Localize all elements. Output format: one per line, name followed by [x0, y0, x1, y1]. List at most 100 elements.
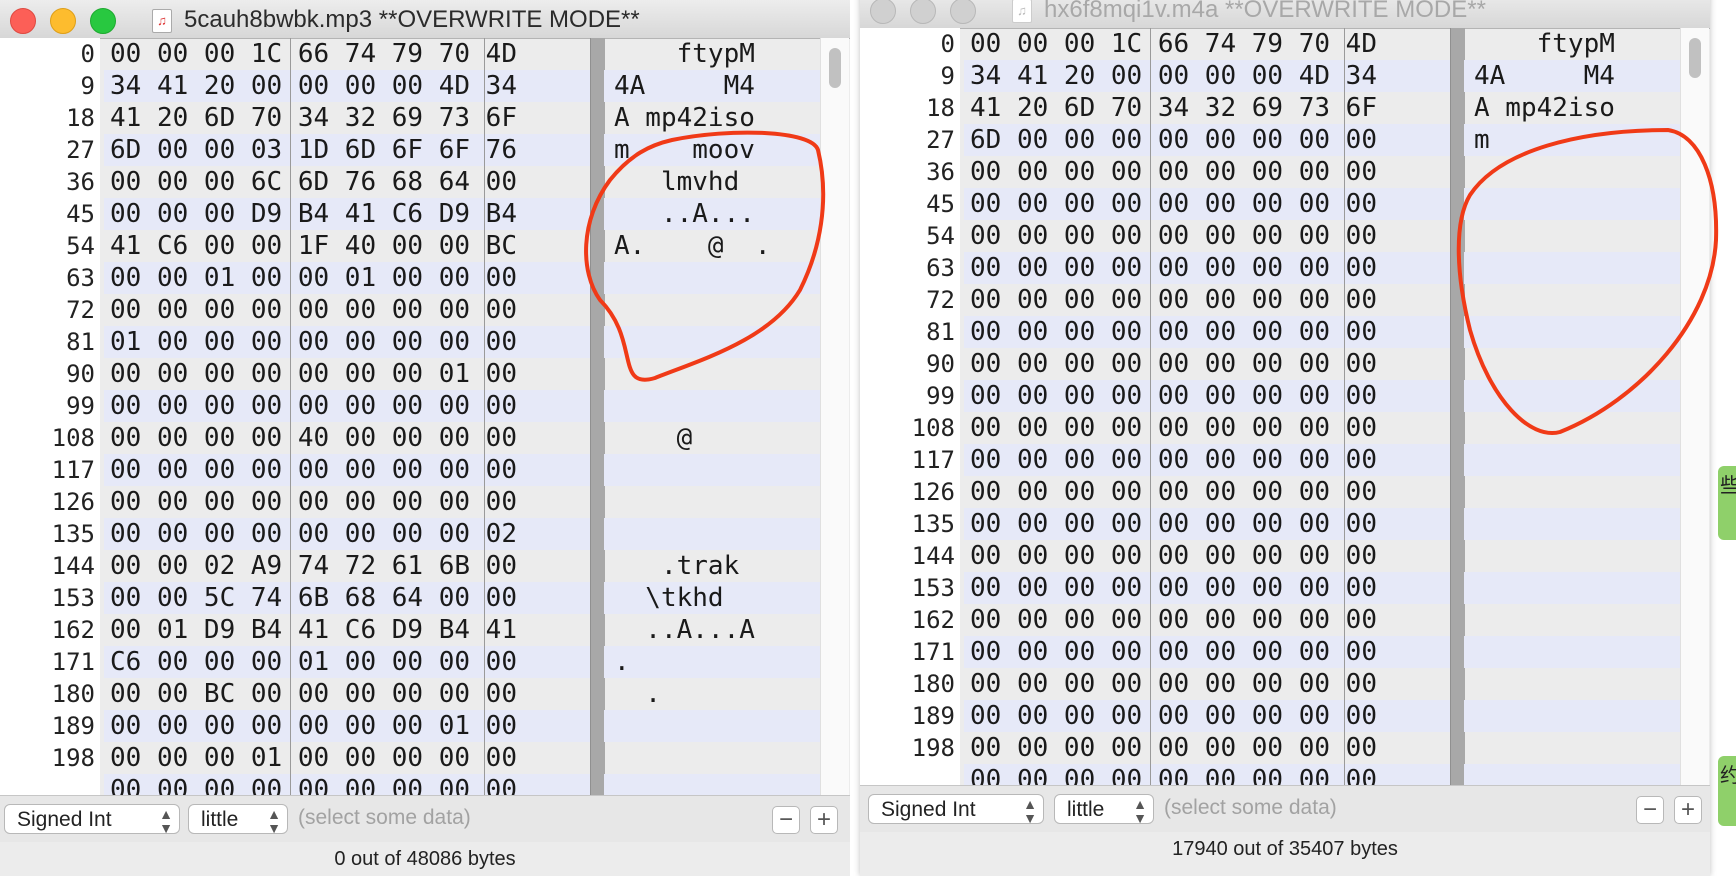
hex-row[interactable]: 00 00 00 1C 66 74 79 70 4D [104, 38, 590, 70]
ascii-row[interactable] [1464, 540, 1680, 572]
zoom-button[interactable] [950, 0, 976, 24]
vertical-scrollbar[interactable] [820, 38, 849, 795]
hex-row[interactable]: 00 00 00 00 00 00 00 00 00 [964, 380, 1450, 412]
endian-select[interactable]: little ▲ ▼ [1054, 794, 1154, 825]
hex-row[interactable]: 00 00 00 00 00 00 00 00 00 [964, 412, 1450, 444]
ascii-row[interactable] [604, 518, 820, 550]
ascii-row[interactable]: A mp42iso [604, 102, 820, 134]
ascii-row[interactable]: ..A... [604, 198, 820, 230]
ascii-row[interactable] [1464, 444, 1680, 476]
hex-row[interactable]: 00 00 01 00 00 01 00 00 00 [104, 262, 590, 294]
ascii-row[interactable] [1464, 476, 1680, 508]
hex-row[interactable]: 00 00 00 00 00 00 00 00 00 [964, 156, 1450, 188]
minus-button[interactable]: − [772, 806, 800, 834]
hex-row[interactable]: 00 00 00 6C 6D 76 68 64 00 [104, 166, 590, 198]
hex-row[interactable]: 41 20 6D 70 34 32 69 73 6F [964, 92, 1450, 124]
side-tab[interactable]: 些， [1718, 466, 1736, 540]
plus-button[interactable]: + [810, 806, 838, 834]
ascii-row[interactable]: lmvhd [604, 166, 820, 198]
hex-row[interactable]: 00 00 00 00 00 00 00 00 00 [964, 604, 1450, 636]
ascii-row[interactable] [1464, 700, 1680, 732]
hex-row[interactable]: 34 41 20 00 00 00 00 4D 34 [104, 70, 590, 102]
hex-row[interactable]: 41 20 6D 70 34 32 69 73 6F [104, 102, 590, 134]
hex-row[interactable]: 01 00 00 00 00 00 00 00 00 [104, 326, 590, 358]
hex-row[interactable]: 00 00 00 00 00 00 00 01 00 [104, 710, 590, 742]
hex-row[interactable]: 00 00 00 00 00 00 00 00 00 [964, 636, 1450, 668]
ascii-row[interactable]: ..A...A [604, 614, 820, 646]
vertical-scrollbar[interactable] [1680, 28, 1709, 785]
scroll-thumb[interactable] [829, 48, 841, 88]
hex-row[interactable]: 00 00 00 00 00 00 00 00 00 [964, 700, 1450, 732]
hex-row[interactable]: 00 00 00 00 00 00 00 00 00 [964, 188, 1450, 220]
hex-row[interactable]: 00 00 00 00 00 00 00 00 00 [964, 252, 1450, 284]
inspector-value-field[interactable]: (select some data) [298, 806, 471, 830]
pane-divider[interactable] [590, 38, 605, 795]
hex-row[interactable]: 00 00 00 00 00 00 00 00 00 [964, 668, 1450, 700]
ascii-row[interactable] [604, 326, 820, 358]
ascii-row[interactable] [1464, 348, 1680, 380]
ascii-row[interactable] [604, 390, 820, 422]
hex-row[interactable]: 00 00 00 00 00 00 00 00 00 [964, 284, 1450, 316]
pane-divider[interactable] [1450, 28, 1465, 785]
title-bar[interactable]: ♫ hx6f8mqi1v.m4a **OVERWRITE MODE** [860, 0, 1710, 29]
ascii-row[interactable]: ftypM [1464, 28, 1680, 60]
hex-row[interactable]: 00 01 D9 B4 41 C6 D9 B4 41 [104, 614, 590, 646]
ascii-row[interactable] [604, 294, 820, 326]
scroll-thumb[interactable] [1689, 38, 1701, 78]
hex-row[interactable]: 00 00 00 00 00 00 00 00 02 [104, 518, 590, 550]
hex-row[interactable]: 00 00 00 00 00 00 00 00 00 [964, 508, 1450, 540]
ascii-row[interactable] [604, 486, 820, 518]
ascii-row[interactable]: ftypM [604, 38, 820, 70]
hex-row[interactable]: 00 00 00 00 00 00 00 00 00 [104, 454, 590, 486]
hex-view[interactable]: 00 00 00 1C 66 74 79 70 4D 34 41 20 00 00… [964, 28, 1450, 785]
hex-row[interactable]: 00 00 00 00 00 00 00 00 00 [964, 444, 1450, 476]
title-bar[interactable]: ♫ 5cauh8bwbk.mp3 **OVERWRITE MODE** [0, 0, 850, 39]
close-button[interactable] [10, 8, 36, 34]
ascii-row[interactable]: m [1464, 124, 1680, 156]
hex-row[interactable]: 00 00 00 00 00 00 00 00 00 [964, 764, 1450, 785]
plus-button[interactable]: + [1674, 796, 1702, 824]
ascii-row[interactable] [1464, 604, 1680, 636]
hex-row[interactable]: 00 00 00 00 00 00 00 00 00 [104, 390, 590, 422]
side-tab[interactable]: 约到 [1718, 756, 1736, 826]
ascii-row[interactable] [1464, 572, 1680, 604]
hex-view[interactable]: 00 00 00 1C 66 74 79 70 4D 34 41 20 00 00… [104, 38, 590, 795]
hex-row[interactable]: 00 00 00 1C 66 74 79 70 4D [964, 28, 1450, 60]
hex-row[interactable]: 00 00 00 00 00 00 00 01 00 [104, 358, 590, 390]
ascii-row[interactable]: 4A M4 [1464, 60, 1680, 92]
minus-button[interactable]: − [1636, 796, 1664, 824]
ascii-row[interactable]: A mp42iso [1464, 92, 1680, 124]
ascii-row[interactable] [1464, 188, 1680, 220]
hex-row[interactable]: 00 00 00 00 00 00 00 00 00 [964, 476, 1450, 508]
hex-row[interactable]: 00 00 00 01 00 00 00 00 00 [104, 742, 590, 774]
ascii-view[interactable]: ftypM 4A M4 A mp42iso m moov lmvhd ..A... A.… [604, 38, 820, 795]
hex-row[interactable]: 00 00 02 A9 74 72 61 6B 00 [104, 550, 590, 582]
hex-row[interactable]: 00 00 00 00 00 00 00 00 00 [964, 732, 1450, 764]
hex-row[interactable]: 00 00 00 00 00 00 00 00 00 [964, 572, 1450, 604]
close-button[interactable] [870, 0, 896, 24]
hex-row[interactable]: 6D 00 00 03 1D 6D 6F 6F 76 [104, 134, 590, 166]
hex-row[interactable]: 41 C6 00 00 1F 40 00 00 BC [104, 230, 590, 262]
ascii-row[interactable] [604, 742, 820, 774]
hex-row[interactable]: 00 00 00 00 00 00 00 00 00 [964, 348, 1450, 380]
hex-row[interactable]: 00 00 00 00 00 00 00 00 00 [104, 486, 590, 518]
ascii-row[interactable] [604, 262, 820, 294]
ascii-row[interactable]: @ [604, 422, 820, 454]
minimize-button[interactable] [50, 8, 76, 34]
ascii-row[interactable]: 4A M4 [604, 70, 820, 102]
inspector-value-field[interactable]: (select some data) [1164, 796, 1337, 820]
hex-row[interactable]: 00 00 00 00 40 00 00 00 00 [104, 422, 590, 454]
endian-select[interactable]: little ▲ ▼ [188, 804, 288, 835]
ascii-row[interactable] [1464, 316, 1680, 348]
ascii-row[interactable] [604, 358, 820, 390]
ascii-row[interactable] [1464, 252, 1680, 284]
ascii-row[interactable]: A. @ . [604, 230, 820, 262]
ascii-row[interactable] [1464, 668, 1680, 700]
hex-row[interactable]: 00 00 BC 00 00 00 00 00 00 [104, 678, 590, 710]
hex-row[interactable]: 6D 00 00 00 00 00 00 00 00 [964, 124, 1450, 156]
hex-row[interactable]: C6 00 00 00 01 00 00 00 00 [104, 646, 590, 678]
ascii-row[interactable]: .trak [604, 550, 820, 582]
hex-row[interactable]: 34 41 20 00 00 00 00 4D 34 [964, 60, 1450, 92]
ascii-row[interactable] [1464, 508, 1680, 540]
ascii-row[interactable] [1464, 284, 1680, 316]
